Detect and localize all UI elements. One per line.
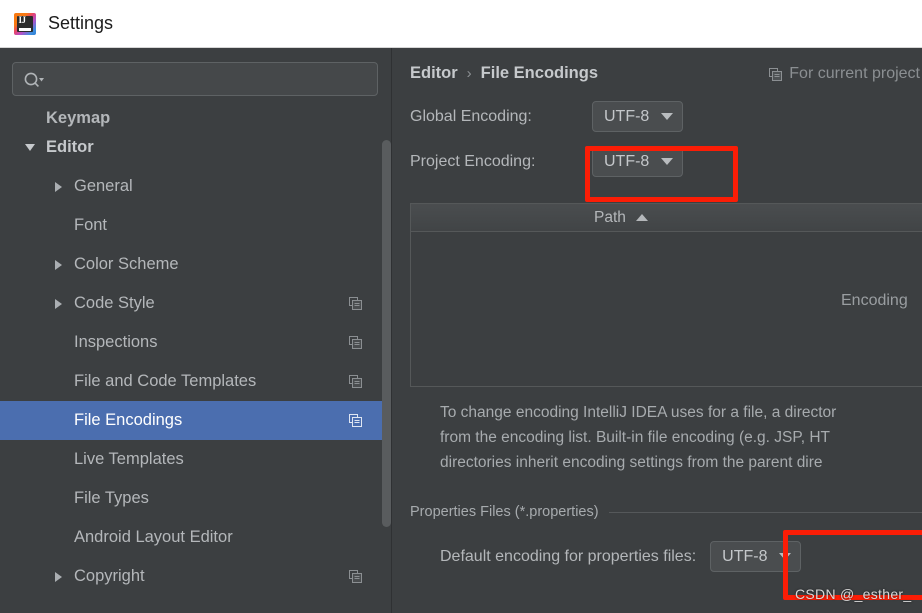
sidebar-item-editor[interactable]: Editor [0, 128, 392, 167]
sidebar-item-label: Color Scheme [74, 255, 179, 273]
sidebar-item-label: File and Code Templates [74, 372, 257, 390]
twisty-collapsed-icon[interactable] [50, 181, 66, 192]
twisty-collapsed-icon[interactable] [50, 298, 66, 309]
project-scope-icon [769, 67, 783, 81]
sidebar-item-live-templates[interactable]: Live Templates [0, 440, 392, 479]
global-encoding-label: Global Encoding: [410, 107, 532, 125]
project-scope-icon [349, 336, 362, 349]
sidebar-item-label: File Types [74, 489, 149, 507]
global-encoding-dropdown[interactable]: UTF-8 [592, 101, 684, 132]
default-properties-encoding-dropdown[interactable]: UTF-8 [710, 541, 802, 572]
watermark: CSDN @_esther_ [795, 586, 912, 602]
settings-window: IJ Settings Keymap Editor General Font Color… [0, 0, 922, 613]
breadcrumb-current: File Encodings [480, 64, 599, 82]
sidebar-item-color-scheme[interactable]: Color Scheme [0, 245, 392, 284]
properties-files-section-header: Properties Files (*.properties) [410, 504, 922, 520]
sidebar-scrollbar-track[interactable] [382, 140, 391, 575]
sidebar-item-file-encodings[interactable]: File Encodings [0, 401, 392, 440]
settings-tree: Keymap Editor General Font Color Scheme Code … [0, 106, 392, 613]
sidebar-item-label: Inspections [74, 333, 158, 351]
breadcrumb-separator-icon: › [466, 65, 472, 82]
encodings-table[interactable]: Path Encoding [410, 203, 922, 387]
sidebar-item-file-types[interactable]: File Types [0, 479, 392, 518]
column-header-path[interactable]: Path [411, 204, 831, 231]
search-icon [24, 72, 44, 87]
encodings-table-body: Encoding [411, 232, 922, 386]
sidebar-item-label: Live Templates [74, 450, 184, 468]
properties-files-caption: Properties Files (*.properties) [410, 504, 599, 520]
sidebar-scrollbar-thumb[interactable] [382, 140, 391, 527]
project-scope-icon [349, 297, 362, 310]
twisty-expanded-icon[interactable] [22, 144, 38, 151]
help-text-line: To change encoding IntelliJ IDEA uses fo… [440, 404, 837, 421]
project-encoding-dropdown[interactable]: UTF-8 [592, 146, 684, 177]
breadcrumb: Editor › File Encodings [410, 64, 598, 83]
sidebar-item-android-layout-editor[interactable]: Android Layout Editor [0, 518, 392, 557]
twisty-collapsed-icon[interactable] [50, 571, 66, 582]
settings-sidebar: Keymap Editor General Font Color Scheme Code … [0, 48, 392, 613]
sort-ascending-icon [635, 214, 648, 221]
breadcrumb-parent[interactable]: Editor [410, 64, 458, 83]
default-properties-encoding-row: Default encoding for properties files: U… [440, 541, 922, 572]
window-title-bar: IJ Settings [0, 0, 922, 48]
project-scope-icon [349, 570, 362, 583]
project-scope-icon [349, 375, 362, 388]
help-text-line: directories inherit encoding settings fr… [440, 454, 823, 471]
sidebar-item-label: Code Style [74, 294, 155, 312]
intellij-idea-logo-icon: IJ [14, 12, 36, 35]
sidebar-item-keymap[interactable]: Keymap [0, 106, 392, 128]
chevron-down-icon [779, 553, 792, 560]
help-text-line: from the encoding list. Built-in file en… [440, 429, 830, 446]
section-divider-line [608, 511, 922, 513]
chevron-down-icon [661, 158, 674, 165]
encoding-help-text: To change encoding IntelliJ IDEA uses fo… [440, 400, 922, 475]
sidebar-item-general[interactable]: General [0, 167, 392, 206]
project-encoding-row: Project Encoding: UTF-8 [410, 146, 684, 177]
search-box[interactable] [12, 62, 378, 97]
for-current-project-text: For current project [789, 65, 920, 82]
main-panel: Editor › File Encodings For current proj… [392, 48, 922, 613]
sidebar-item-file-and-code-templates[interactable]: File and Code Templates [0, 362, 392, 401]
for-current-project-label: For current project [769, 65, 920, 83]
global-encoding-value: UTF-8 [604, 107, 650, 125]
column-header-path-label: Path [594, 208, 626, 226]
sidebar-item-label: General [74, 177, 133, 195]
global-encoding-row: Global Encoding: UTF-8 [410, 101, 684, 132]
sidebar-item-label: Font [74, 216, 108, 234]
twisty-collapsed-icon[interactable] [50, 259, 66, 270]
sidebar-item-label: Keymap [46, 109, 111, 127]
default-properties-encoding-label: Default encoding for properties files: [440, 547, 697, 565]
window-title: Settings [48, 13, 114, 33]
project-encoding-value: UTF-8 [604, 152, 650, 170]
project-encoding-label: Project Encoding: [410, 152, 536, 170]
sidebar-item-label: File Encodings [74, 411, 183, 429]
project-scope-icon [349, 414, 362, 427]
chevron-down-icon [661, 113, 674, 120]
encodings-table-header: Path [411, 204, 922, 232]
sidebar-item-font[interactable]: Font [0, 206, 392, 245]
sidebar-item-copyright[interactable]: Copyright [0, 557, 392, 596]
sidebar-item-label: Editor [46, 138, 94, 156]
column-header-encoding-label: Encoding [841, 292, 908, 309]
sidebar-item-label: Android Layout Editor [74, 528, 233, 546]
sidebar-item-label: Copyright [74, 567, 145, 585]
sidebar-item-code-style[interactable]: Code Style [0, 284, 392, 323]
default-properties-encoding-value: UTF-8 [722, 547, 768, 565]
search-input[interactable] [51, 63, 375, 97]
sidebar-item-inspections[interactable]: Inspections [0, 323, 392, 362]
